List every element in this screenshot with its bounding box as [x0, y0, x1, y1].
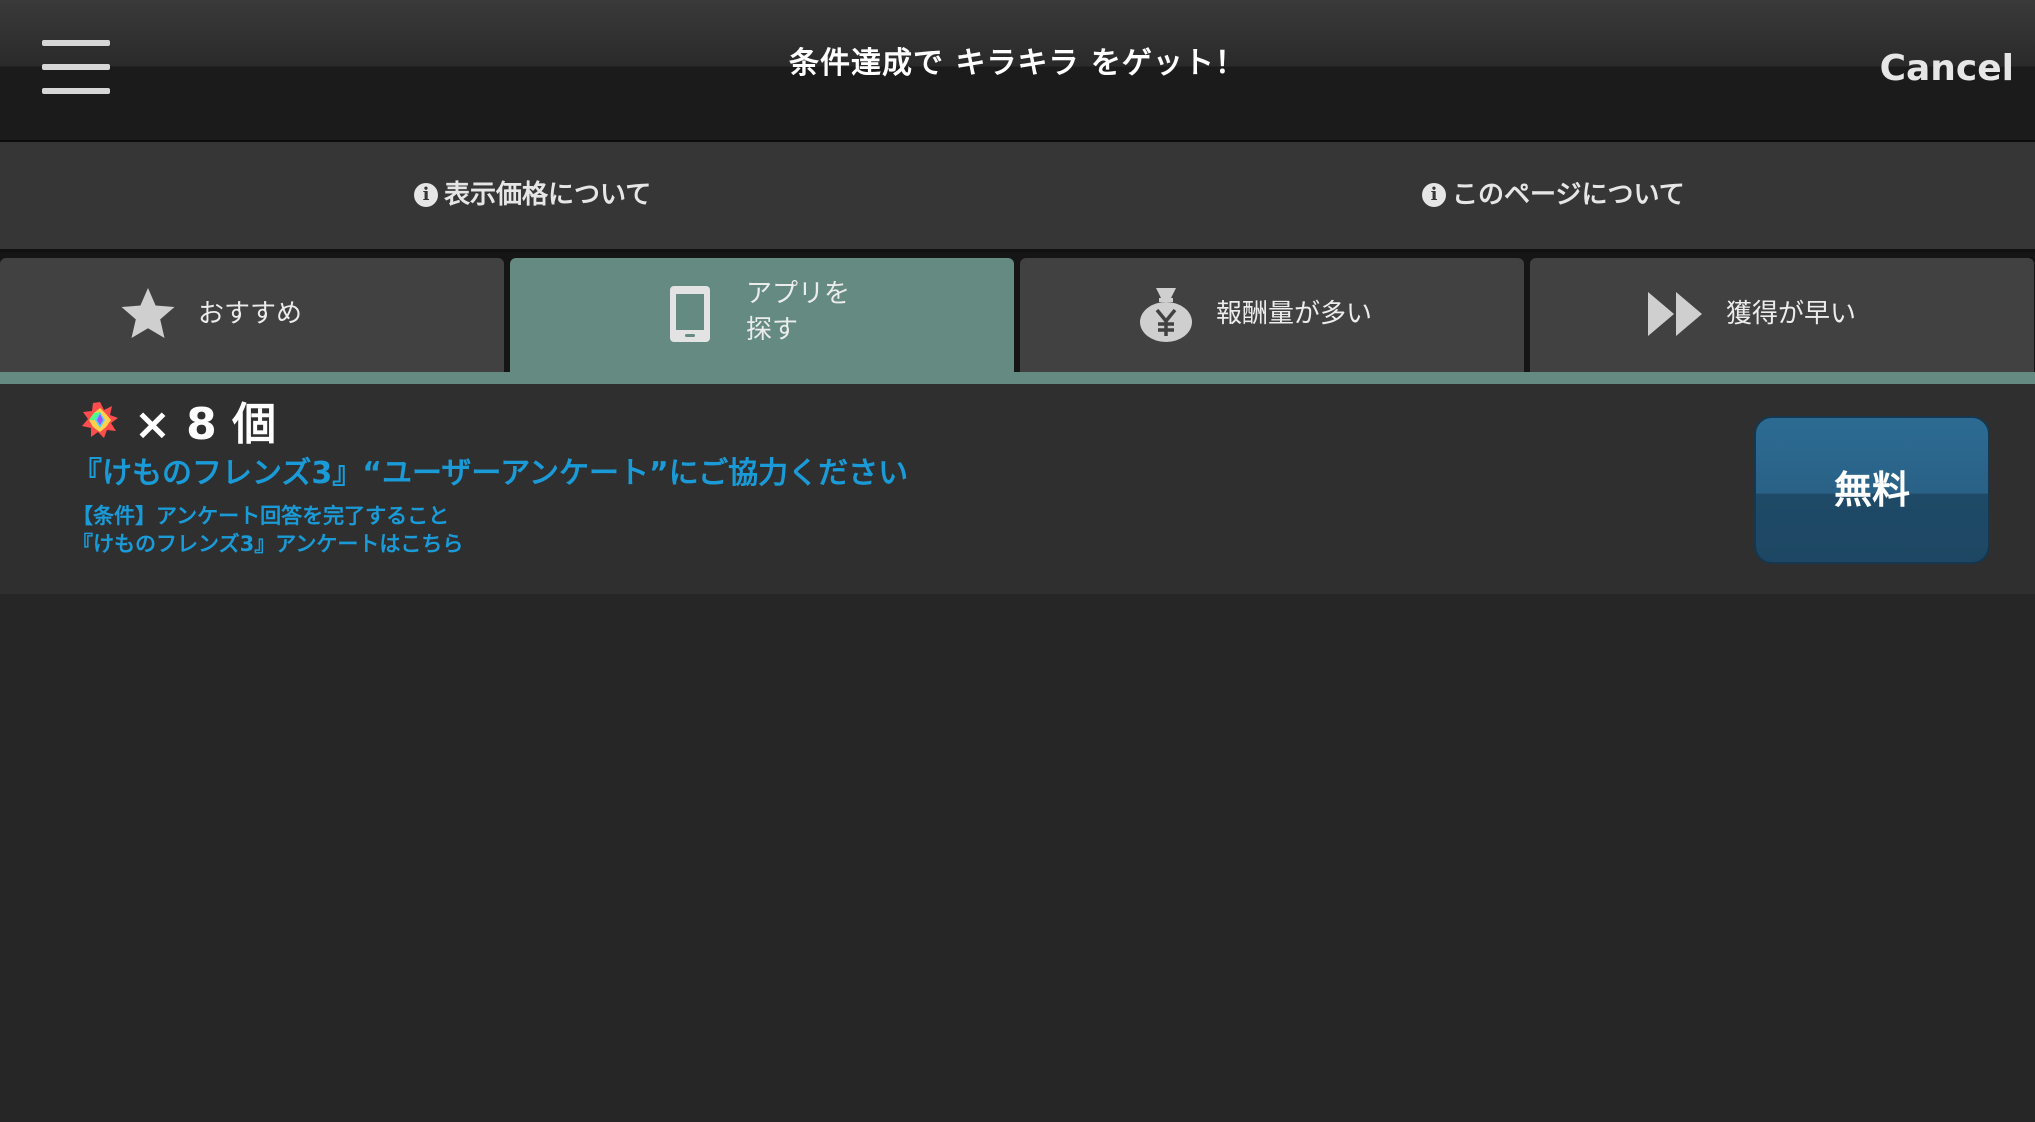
star-icon	[121, 288, 175, 338]
reward-count: × 8 個	[134, 399, 277, 450]
info-bar: i 表示価格について i このページについて	[0, 142, 2035, 252]
yen-bag-icon	[1140, 288, 1192, 342]
tab-label: おすすめ	[198, 299, 303, 329]
info-circle-icon: i	[1422, 183, 1446, 207]
tab-label-line1: アプリを	[746, 279, 851, 309]
rainbow-gem-icon	[82, 402, 118, 438]
page-info-label: このページについて	[1452, 180, 1685, 210]
category-tabs: おすすめ アプリを 探す 報酬量が多い 獲得が早い	[0, 252, 2035, 374]
tab-label-line2: 探す	[746, 315, 799, 345]
offer-title[interactable]: 『けものフレンズ3』“ユーザーアンケート”にご協力ください	[72, 454, 908, 494]
cancel-button[interactable]: Cancel	[1880, 46, 2014, 92]
tab-label: 獲得が早い	[1726, 299, 1857, 329]
page-title: 条件達成で キラキラ をゲット！	[789, 46, 1246, 81]
header-bar: 条件達成で キラキラ をゲット！ Cancel	[0, 0, 2035, 142]
offer-condition: 【条件】アンケート回答を完了すること	[72, 504, 450, 528]
tab-recommended[interactable]: おすすめ	[0, 258, 504, 374]
free-button[interactable]: 無料	[1754, 416, 1990, 564]
tab-underline	[0, 372, 2035, 384]
price-info-label: 表示価格について	[444, 180, 652, 210]
info-circle-icon: i	[414, 183, 438, 207]
tab-high-reward[interactable]: 報酬量が多い	[1020, 258, 1524, 374]
tab-find-apps[interactable]: アプリを 探す	[510, 258, 1014, 374]
tab-label: 報酬量が多い	[1216, 299, 1373, 329]
fast-forward-icon	[1648, 292, 1702, 336]
page-info-link[interactable]: i このページについて	[1422, 178, 1685, 212]
offer-link[interactable]: 『けものフレンズ3』アンケートはこちら	[72, 530, 463, 558]
tab-fast-earn[interactable]: 獲得が早い	[1530, 258, 2034, 374]
price-info-link[interactable]: i 表示価格について	[414, 178, 651, 212]
offer-list-empty-area	[0, 594, 2035, 1122]
offer-item[interactable]: × 8 個 『けものフレンズ3』“ユーザーアンケート”にご協力ください 【条件】…	[0, 384, 2035, 594]
tablet-icon	[670, 286, 710, 342]
page: 条件達成で キラキラ をゲット！ Cancel i 表示価格について i このペ…	[0, 0, 2035, 1122]
